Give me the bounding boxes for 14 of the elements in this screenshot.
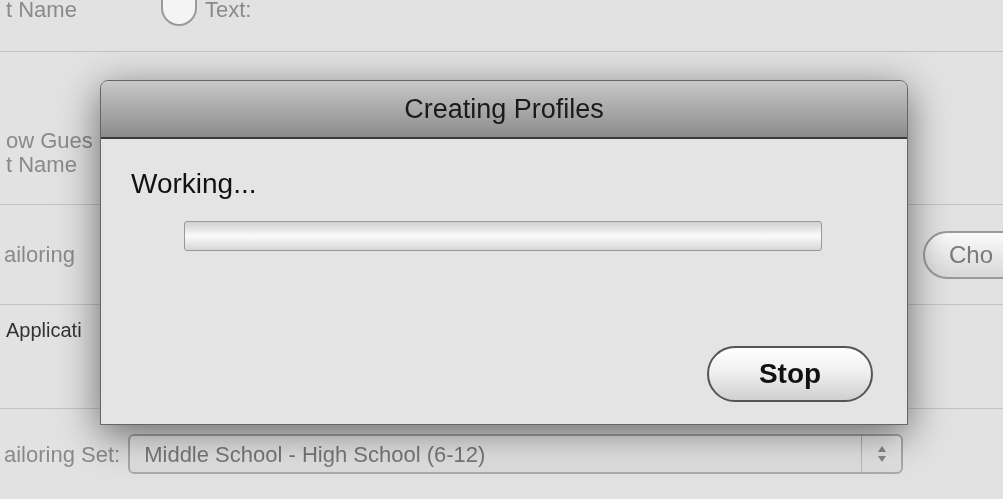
field-label: t Name [6, 0, 77, 20]
stepper-icon [876, 445, 887, 463]
radio-label: Text: [204, 0, 252, 20]
tailoring-set-dropdown[interactable]: Middle School - High School (6-12) [128, 434, 904, 474]
field-label: Applicati [6, 318, 82, 343]
field-label: ailoring Set: [4, 440, 121, 469]
dialog-title: Creating Profiles [404, 92, 604, 126]
field-label: t Name [6, 152, 78, 178]
status-message: Working... [131, 167, 258, 201]
choose-button[interactable]: Cho [922, 230, 1003, 279]
radio-button[interactable] [160, 0, 197, 26]
field-label: ailoring [4, 241, 75, 269]
field-label: ow Gues [6, 128, 94, 154]
stop-button[interactable]: Stop [707, 346, 873, 402]
